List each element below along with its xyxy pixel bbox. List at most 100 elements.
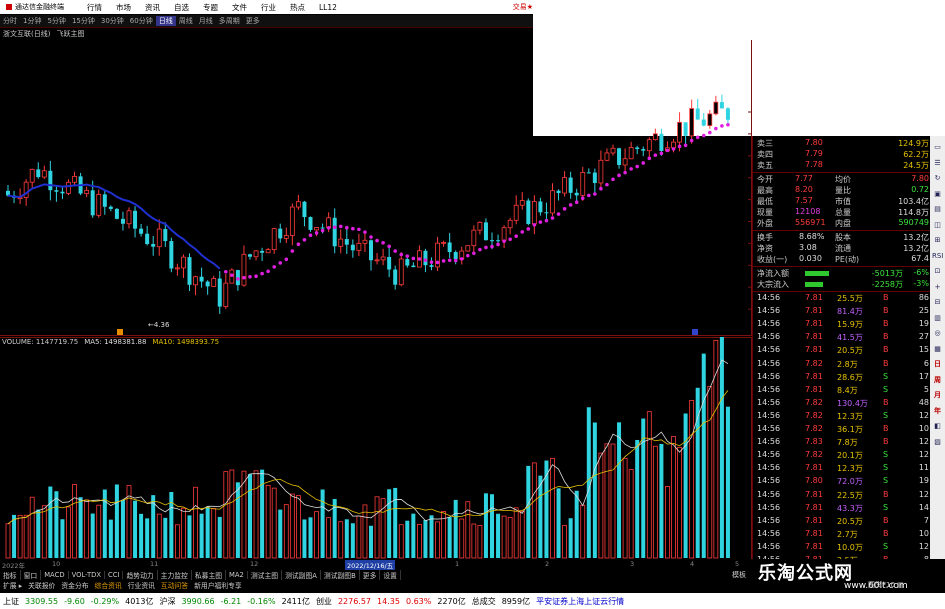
template-button[interactable]: 模板	[732, 570, 746, 580]
tab-test-sub-b[interactable]: 测试副图B	[321, 570, 360, 580]
menu-item-file[interactable]: 文件	[225, 2, 254, 13]
period-1min[interactable]: 1分钟	[20, 16, 44, 26]
tab-main-monitor[interactable]: 主力监控	[158, 570, 192, 580]
tool-icon[interactable]: ◧	[932, 421, 943, 432]
candle-body	[671, 141, 676, 149]
candle-body	[568, 177, 573, 193]
candle-body	[193, 276, 198, 286]
tab-more[interactable]: 更多	[360, 570, 381, 580]
tab-window[interactable]: 窗口	[21, 570, 42, 580]
menu-item-market[interactable]: 市场	[109, 2, 138, 13]
tool-icon[interactable]: ▨	[932, 437, 943, 448]
tab-extend[interactable]: 扩展 ▸	[0, 580, 25, 590]
tool-icon[interactable]: ☰	[932, 158, 943, 169]
tick-row: 14:56 7.82 20.1万 S 12	[753, 450, 931, 461]
indicator-title[interactable]: 飞跃主图	[56, 29, 84, 39]
ma-dot	[435, 260, 440, 265]
tab-qa[interactable]: 互动问答	[158, 580, 191, 590]
ma-dot	[484, 245, 488, 250]
period-60min[interactable]: 60分钟	[127, 16, 156, 26]
tab-fund-distribution[interactable]: 资金分布	[58, 580, 91, 590]
volume-bar	[265, 484, 271, 559]
tool-icon[interactable]: ▣	[932, 189, 943, 200]
sh-change: -9.60	[64, 596, 85, 606]
cy-label[interactable]: 创业	[313, 596, 335, 607]
tool-icon[interactable]: ▤	[932, 204, 943, 215]
period-15min[interactable]: 15分钟	[69, 16, 98, 26]
tick-side: B	[883, 437, 889, 447]
f10-label[interactable]: 图文F10 ▤	[868, 580, 904, 590]
volume-bar	[17, 514, 23, 559]
volume-bar	[108, 519, 113, 558]
tool-icon[interactable]: ⊞	[932, 235, 943, 246]
total-value: 8959亿	[501, 596, 531, 606]
menu-item-industry[interactable]: 行业	[254, 2, 283, 13]
tab-ma2[interactable]: MA2	[226, 571, 248, 579]
tool-icon[interactable]: 周	[932, 375, 943, 386]
stat-value: 67.4	[911, 254, 929, 263]
volume-bar	[411, 513, 416, 558]
tick-count: 6	[923, 358, 929, 368]
tool-icon[interactable]: ▥	[932, 313, 943, 324]
menu-item-news[interactable]: 资讯	[138, 2, 167, 13]
tab-new-user[interactable]: 新用户福利专享	[191, 580, 245, 590]
tab-general-news[interactable]: 综合资讯	[92, 580, 125, 590]
candle-body	[646, 139, 652, 152]
candle-body	[108, 206, 113, 209]
tool-icon[interactable]: ⊟	[932, 297, 943, 308]
candle-body	[471, 229, 477, 247]
ma-dot	[302, 238, 307, 242]
tab-cci[interactable]: CCI	[105, 571, 124, 579]
tab-related-quote[interactable]: 关联报价	[25, 580, 58, 590]
period-monthly[interactable]: 月线	[196, 16, 216, 26]
menu-item-ll12[interactable]: LL12	[312, 3, 344, 12]
tab-indicator[interactable]: 指标	[0, 570, 21, 580]
tool-icon[interactable]: ▦	[932, 344, 943, 355]
menu-item-topics[interactable]: 专题	[196, 2, 225, 13]
sh-label[interactable]: 上证	[0, 596, 22, 607]
tab-test-sub-a[interactable]: 测试副图A	[282, 570, 321, 580]
tool-icon[interactable]: 月	[932, 390, 943, 401]
tab-private-main[interactable]: 私募主图	[192, 570, 227, 580]
period-more[interactable]: 更多	[243, 16, 263, 26]
tool-icon[interactable]: ▭	[932, 142, 943, 153]
date-axis: 2022年 10 11 12 2022/12/16/五 1 2 3 4 5	[0, 559, 752, 570]
volume-bar	[217, 516, 222, 558]
period-timeshare[interactable]: 分时	[0, 16, 20, 26]
price-kline-chart[interactable]: 6.756.506.256.005.755.505.255.004.754.50…	[0, 40, 752, 336]
tab-vol-tdx[interactable]: VOL-TDX	[69, 571, 105, 579]
tab-settings[interactable]: 设置	[380, 570, 401, 580]
tool-icon[interactable]: ◎	[932, 328, 943, 339]
tool-icon[interactable]: ◫	[932, 220, 943, 231]
tab-test-main[interactable]: 测试主图	[248, 570, 283, 580]
flow-value: -2258万	[871, 280, 903, 289]
tab-trend[interactable]: 趋势动力	[123, 570, 158, 580]
tool-icon[interactable]: +	[932, 282, 943, 293]
menu-item-hq[interactable]: 行情	[80, 2, 109, 13]
volume-bar	[622, 457, 628, 559]
tick-count: 10	[918, 528, 929, 538]
tick-time: 14:56	[757, 306, 781, 316]
stat-value: 3.08	[799, 243, 817, 252]
tab-industry-news[interactable]: 行业资讯	[125, 580, 158, 590]
period-30min[interactable]: 30分钟	[98, 16, 127, 26]
tool-icon[interactable]: ⊡	[932, 266, 943, 277]
menu-item-hotspot[interactable]: 热点	[283, 2, 312, 13]
period-multi[interactable]: 多周期	[216, 16, 243, 26]
period-daily[interactable]: 日线	[155, 16, 176, 26]
menu-item-watchlist[interactable]: 自选	[167, 2, 196, 13]
period-weekly[interactable]: 周线	[176, 16, 196, 26]
trade-button[interactable]: 交易★	[513, 2, 533, 12]
news-ticker[interactable]: 平安证券上海上证云行情	[533, 596, 627, 607]
tick-volume: 2.8万	[837, 359, 858, 369]
hs-label[interactable]: 沪深	[156, 596, 178, 607]
app-title-text: 通达信金融终端	[15, 3, 64, 11]
tool-icon[interactable]: 日	[932, 359, 943, 370]
period-5min[interactable]: 5分钟	[44, 16, 68, 26]
tool-icon[interactable]: RSI	[932, 251, 943, 262]
volume-chart[interactable]: 2000018000160001400012000100008000600040…	[0, 337, 752, 559]
tool-icon[interactable]: ↻	[932, 173, 943, 184]
tab-macd[interactable]: MACD	[41, 571, 69, 579]
tool-icon[interactable]: 年	[932, 406, 943, 417]
candle-body	[126, 210, 132, 225]
